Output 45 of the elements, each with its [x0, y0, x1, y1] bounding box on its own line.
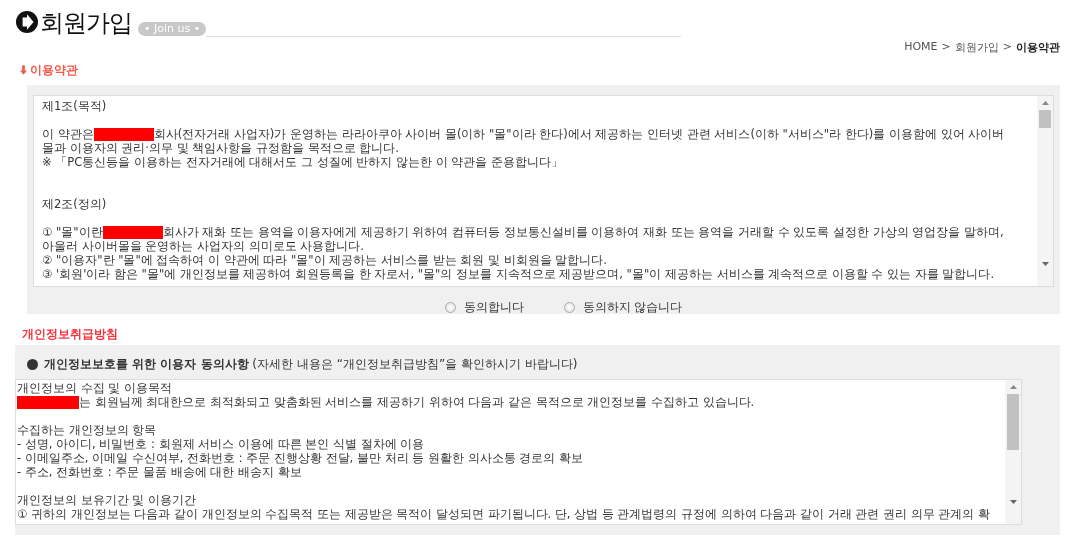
terms-text: 이 약관은	[42, 127, 94, 141]
notice-text: 개인정보보호를 위한 이용자 동의사항 (자세한 내용은 “개인정보취급방침”을 확인하시기 바랍니다)	[44, 356, 578, 373]
terms-text: 제1조(목적)	[42, 99, 107, 113]
terms-text: 회사(전자거래 사업자)가 운영하는 라라아쿠아 사이버 몰(이하 "몰"이라 한다)에서 제공하는 인터넷 관련 서비스(이하 "서비스"라 한다)를 이용함에 있어 사이버	[153, 127, 1005, 141]
arrow-circle-icon	[16, 11, 38, 33]
scroll-down-icon[interactable]	[1009, 500, 1017, 504]
terms-text: 제2조(정의)	[42, 197, 107, 211]
privacy-text: 개인정보의 수집 및 이용목적	[17, 381, 172, 395]
privacy-text: 개인정보의 보유기간 및 이용기간	[17, 493, 196, 507]
radio-label: 동의합니다	[463, 299, 524, 316]
terms-text: ③ '회원'이라 함은 "몰"에 개인정보를 제공하여 회원등록을 한 자로서, "몰"의 정보를 지속적으로 제공받으며, "몰"이 제공하는 서비스를 계속적으로 이용할 수 있는 자를 말합니다.	[42, 267, 995, 281]
privacy-text: ① 귀하의 개인정보는 다음과 같이 개인정보의 수집목적 또는 제공받은 목적이 달성되면 파기됩니다. 단, 상법 등 관계법령의 규정에 의하여 다음과 같이 거래 관련 권리 의무 관계의 확	[17, 507, 990, 521]
privacy-text: - 이메일주소, 이메일 수신여부, 전화번호 : 주문 진행상황 전달, 불만 처리 등 원활한 의사소통 경로의 확보	[17, 451, 583, 465]
breadcrumb-link[interactable]: 회원가입	[954, 40, 999, 56]
radio-button[interactable]	[444, 302, 456, 313]
privacy-text: - 주소, 전화번호 : 주문 물품 배송에 대한 배송지 확보	[17, 465, 302, 479]
terms-text: 몰과 이용자의 권리·의무 및 책임사항을 규정함을 목적으로 합니다.	[42, 141, 399, 155]
scroll-up-icon[interactable]	[1041, 101, 1049, 105]
radio-label: 동의하지 않습니다	[582, 299, 683, 316]
down-arrow-icon	[20, 65, 27, 75]
scroll-down-icon[interactable]	[1041, 262, 1049, 266]
section-heading: 개인정보취급방침	[22, 326, 119, 341]
breadcrumb-link[interactable]: HOME	[904, 40, 938, 56]
privacy-text: - 성명, 아이디, 비밀번호 : 회원제 서비스 이용에 따른 본인 식별 절차에 이용	[17, 437, 425, 451]
redaction-mark	[17, 395, 79, 409]
scrollbar-thumb[interactable]	[1039, 110, 1051, 128]
terms-text: ② "이용자"란 "몰"에 접속하여 이 약관에 따라 "몰"이 제공하는 서비스를 받는 회원 및 비회원을 말합니다.	[42, 253, 607, 267]
privacy-text: 수집하는 개인정보의 항목	[17, 423, 157, 437]
privacy-text-area[interactable]	[15, 379, 1022, 525]
scrollbar-thumb[interactable]	[1007, 394, 1019, 450]
terms-text: 아울러 사이버몰을 운영하는 사업자의 의미로도 사용합니다.	[42, 239, 364, 253]
privacy-text: 는 회원님께 최대한으로 최적화되고 맞춤화된 서비스를 제공하기 위하여 다음과 같은 목적으로 개인정보를 수집하고 있습니다.	[79, 395, 755, 409]
bullet-icon	[27, 359, 38, 370]
breadcrumb-separator: >	[1002, 40, 1012, 55]
redaction-mark	[93, 127, 154, 141]
redaction-mark	[102, 225, 163, 239]
breadcrumb-separator: >	[941, 40, 951, 55]
section-heading: 이용약관	[30, 61, 78, 79]
terms-text: ※ 「PC통신등을 이용하는 전자거래에 대해서도 그 성질에 반하지 않는한 이 약관을 준용합니다」	[42, 155, 563, 169]
radio-button[interactable]	[563, 302, 575, 313]
terms-text: ① "몰"이란	[42, 225, 103, 239]
scroll-up-icon[interactable]	[1009, 385, 1017, 389]
terms-text: 회사가 재화 또는 용역을 이용자에게 제공하기 위하여 컴퓨터등 정보통신설비를 이용하여 재화 또는 용역을 거래할 수 있도록 설정한 가상의 영업장을 말하며,	[162, 225, 1004, 239]
terms-text-area[interactable]	[33, 95, 1054, 287]
page-title: 회원가입	[40, 8, 132, 38]
